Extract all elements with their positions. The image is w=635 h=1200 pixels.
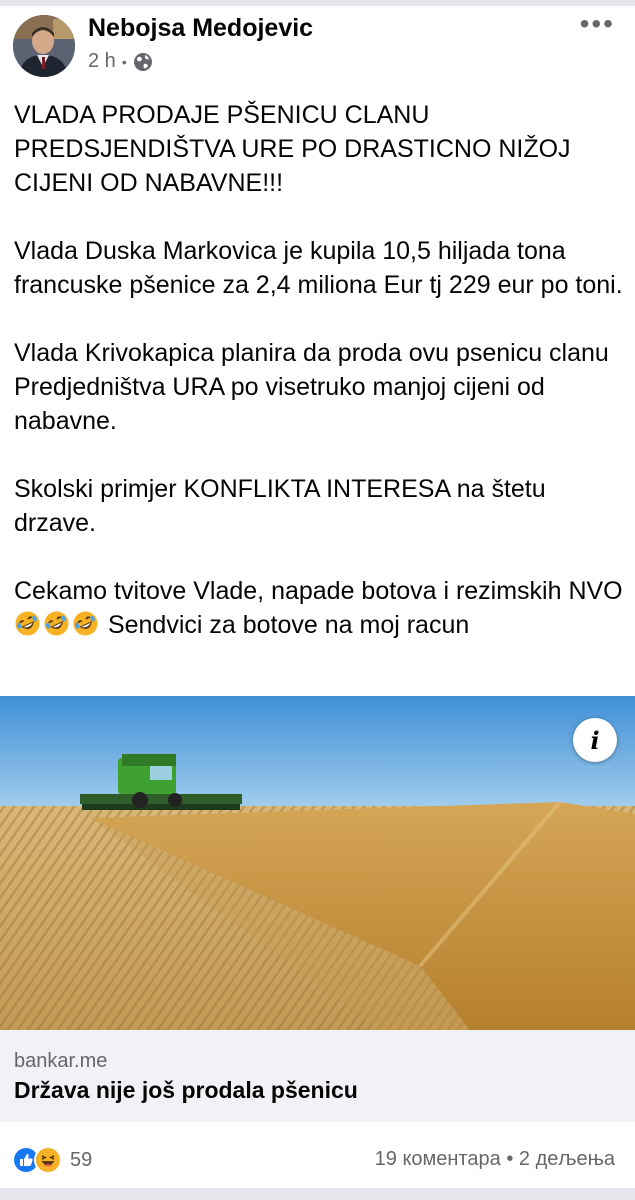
reaction-count: 59 <box>70 1148 93 1171</box>
comment-count[interactable]: 19 коментара <box>375 1148 501 1170</box>
rolling-on-floor-laughing-emoji-icon <box>72 610 99 637</box>
post-paragraph: VLADA PRODAJE PŠENICU CLANU PREDSJENDIŠT… <box>14 101 571 197</box>
post-header: Nebojsa Medojevic 2 h • ••• <box>0 6 635 78</box>
post-paragraph: Vlada Krivokapica planira da proda ovu p… <box>14 339 609 435</box>
rolling-on-floor-laughing-emoji-icon <box>14 610 41 637</box>
info-icon[interactable]: i <box>573 718 617 762</box>
post-paragraph: Skolski primjer KONFLIKTA INTERESA na št… <box>14 475 546 537</box>
post-footer: 59 19 коментара • 2 дељења <box>0 1122 635 1188</box>
author-avatar[interactable] <box>13 15 75 77</box>
post-text-fragment: Cekamo tvitove Vlade, napade botova i re… <box>14 577 623 605</box>
author-name[interactable]: Nebojsa Medojevic <box>88 14 313 43</box>
meta-separator: • <box>121 53 127 70</box>
post-body: VLADA PRODAJE PŠENICU CLANU PREDSJENDIŠT… <box>14 98 624 642</box>
share-count[interactable]: 2 дељења <box>519 1148 615 1170</box>
post-meta: 2 h • <box>88 50 153 73</box>
post-text-fragment: Sendvici za botove na moj racun <box>101 611 470 639</box>
haha-icon <box>34 1146 62 1174</box>
rolling-on-floor-laughing-emoji-icon <box>43 610 70 637</box>
post-paragraph-last: Cekamo tvitove Vlade, napade botova i re… <box>14 574 624 642</box>
link-preview[interactable]: bankar.me Država nije još prodala pšenic… <box>0 1030 635 1122</box>
counts-separator: • <box>506 1148 514 1170</box>
link-domain: bankar.me <box>14 1050 108 1072</box>
post-paragraph: Vlada Duska Markovica je kupila 10,5 hil… <box>14 237 623 299</box>
reactions-summary[interactable]: 59 <box>12 1146 92 1174</box>
engagement-counts: 19 коментара • 2 дељења <box>375 1148 615 1171</box>
globe-icon <box>133 52 153 72</box>
more-options-icon[interactable]: ••• <box>580 10 615 38</box>
link-preview-image[interactable]: i <box>0 696 635 1030</box>
post-time[interactable]: 2 h <box>88 50 116 73</box>
link-title[interactable]: Država nije još prodala pšenicu <box>14 1077 358 1104</box>
bottom-divider <box>0 1188 635 1200</box>
